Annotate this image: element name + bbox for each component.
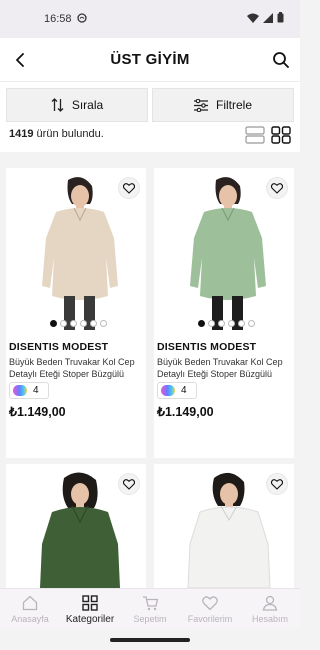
nav-item-home[interactable]: Anasayfa xyxy=(0,589,60,628)
pagination-dot[interactable] xyxy=(70,320,77,327)
heart-icon xyxy=(271,478,283,490)
color-count: 4 xyxy=(33,385,39,396)
nav-label-categories: Kategoriler xyxy=(65,614,115,625)
list-view-icon xyxy=(245,126,265,144)
pagination-dot[interactable] xyxy=(100,320,107,327)
nav-item-cart[interactable]: Sepetim xyxy=(120,589,180,628)
pagination-dot[interactable] xyxy=(228,320,235,327)
favorite-button[interactable] xyxy=(118,177,140,199)
product-brand: DISENTIS MODEST xyxy=(157,341,257,353)
product-price: ₺1.149,00 xyxy=(9,405,66,419)
product-description: Büyük Beden Truvakar Kol Cep Detaylı Ete… xyxy=(9,357,135,379)
nav-label-cart: Sepetim xyxy=(133,614,167,624)
status-bar: 16:58 xyxy=(0,0,300,38)
product-card[interactable] xyxy=(154,464,294,588)
favorite-button[interactable] xyxy=(266,177,288,199)
nav-item-account[interactable]: Hesabım xyxy=(240,589,300,628)
search-icon xyxy=(273,52,289,68)
pagination-dot[interactable] xyxy=(208,320,215,327)
home-indicator[interactable] xyxy=(110,638,190,642)
product-card[interactable]: DISENTIS MODEST Büyük Beden Truvakar Kol… xyxy=(154,168,294,458)
color-options[interactable]: 4 xyxy=(157,382,197,399)
signal-icon xyxy=(263,12,273,26)
pagination-dot[interactable] xyxy=(238,320,245,327)
color-count: 4 xyxy=(181,385,187,396)
product-brand: DISENTIS MODEST xyxy=(9,341,109,353)
status-time: 16:58 xyxy=(44,13,72,25)
screen: 16:58 ÜST GİYİM Sırala Filtrele 1419 ürü… xyxy=(0,0,300,650)
product-card[interactable] xyxy=(6,464,146,588)
favorite-button[interactable] xyxy=(266,473,288,495)
sort-button[interactable]: Sırala xyxy=(6,88,148,122)
sort-label: Sırala xyxy=(71,98,104,112)
nav-label-account: Hesabım xyxy=(251,614,288,624)
grid-view-icon xyxy=(271,126,291,144)
garment xyxy=(40,507,120,588)
list-controls: Sırala Filtrele 1419 ürün bulundu. xyxy=(0,82,300,152)
product-price: ₺1.149,00 xyxy=(157,405,214,419)
wifi-icon xyxy=(247,13,259,26)
grid-view-toggle[interactable] xyxy=(271,126,291,144)
color-options[interactable]: 4 xyxy=(9,382,49,399)
app-header: ÜST GİYİM xyxy=(0,38,300,82)
filter-sliders-icon xyxy=(193,98,208,112)
user-icon xyxy=(262,594,278,612)
result-count: 1419 ürün bulundu. xyxy=(9,128,104,140)
image-pagination xyxy=(198,320,255,327)
heart-icon xyxy=(202,594,218,612)
product-description: Büyük Beden Truvakar Kol Cep Detaylı Ete… xyxy=(157,357,283,379)
color-swatch-icon xyxy=(13,385,27,396)
pagination-dot[interactable] xyxy=(198,320,205,327)
filter-label: Filtrele xyxy=(215,98,252,112)
back-arrow-icon xyxy=(16,53,24,67)
battery-icon xyxy=(277,12,284,26)
gesture-area xyxy=(0,628,300,650)
nav-label-favorites: Favorilerim xyxy=(187,614,233,624)
pagination-dot[interactable] xyxy=(218,320,225,327)
bottom-navigation: Anasayfa Kategoriler Sepetim Favorilerim… xyxy=(0,588,300,628)
nav-label-home: Anasayfa xyxy=(11,614,49,624)
filter-button[interactable]: Filtrele xyxy=(152,88,294,122)
pagination-dot[interactable] xyxy=(248,320,255,327)
heart-icon xyxy=(123,478,135,490)
result-count-suffix: ürün bulundu. xyxy=(33,128,104,140)
pagination-dot[interactable] xyxy=(50,320,57,327)
search-button[interactable] xyxy=(268,47,294,73)
pagination-dot[interactable] xyxy=(80,320,87,327)
product-card[interactable]: DISENTIS MODEST Büyük Beden Truvakar Kol… xyxy=(6,168,146,458)
result-count-number: 1419 xyxy=(9,128,34,140)
garment xyxy=(190,208,266,300)
sort-arrows-icon xyxy=(51,98,64,112)
back-button[interactable] xyxy=(8,47,34,73)
color-swatch-icon xyxy=(161,385,175,396)
status-notification-icon xyxy=(76,12,87,26)
pagination-dot[interactable] xyxy=(90,320,97,327)
garment xyxy=(42,208,118,300)
image-pagination xyxy=(50,320,107,327)
cart-icon xyxy=(142,594,159,612)
page-title: ÜST GİYİM xyxy=(110,51,190,68)
nav-item-favorites[interactable]: Favorilerim xyxy=(180,589,240,628)
heart-icon xyxy=(271,182,283,194)
home-icon xyxy=(22,594,38,612)
grid-icon xyxy=(82,594,98,612)
pagination-dot[interactable] xyxy=(60,320,67,327)
favorite-button[interactable] xyxy=(118,473,140,495)
list-view-toggle[interactable] xyxy=(245,126,265,144)
heart-icon xyxy=(123,182,135,194)
nav-item-categories[interactable]: Kategoriler xyxy=(60,589,120,628)
